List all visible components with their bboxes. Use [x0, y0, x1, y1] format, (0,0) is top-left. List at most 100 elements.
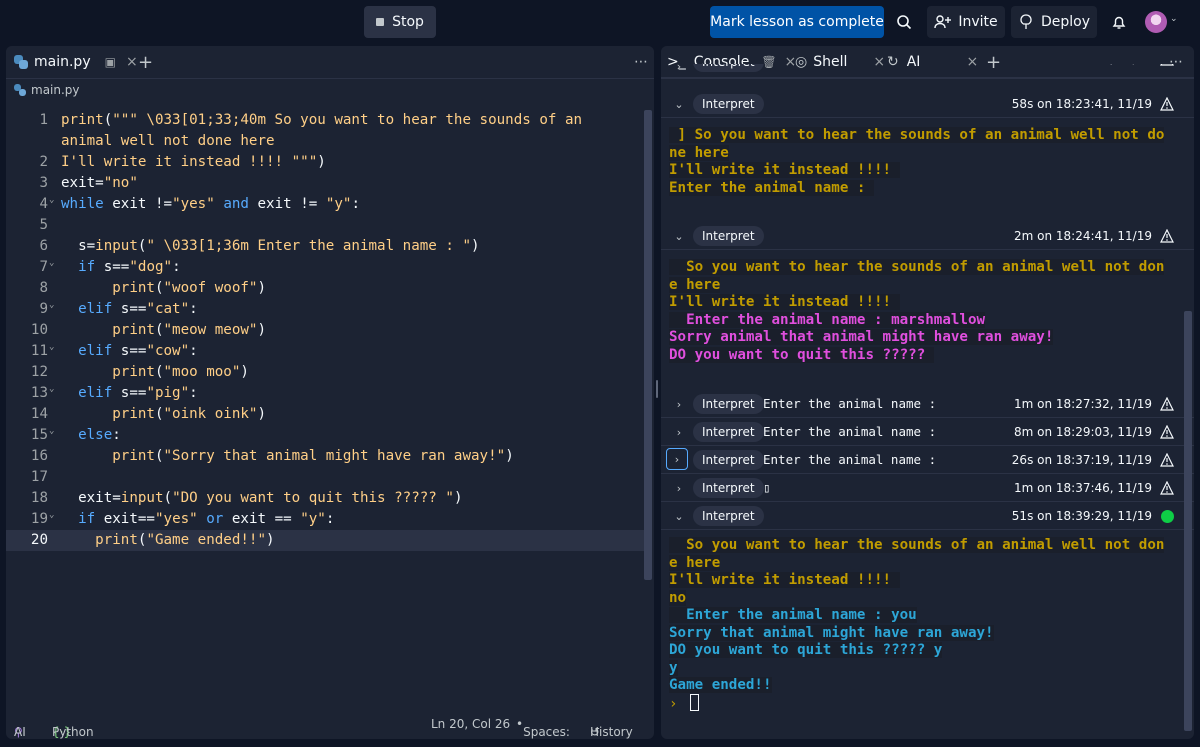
chevron-right-icon[interactable]: › — [671, 480, 687, 496]
output-line: Sorry that animal might have ran away! — [669, 624, 994, 641]
fold-chevron-icon[interactable]: ⌄ — [49, 295, 54, 316]
output-line: I'll write it instead !!!! — [669, 162, 900, 178]
line-number: 19 — [30, 511, 48, 527]
code-line: animal well not done here — [61, 133, 275, 149]
spaces-setting[interactable]: • Spaces: 2 — [516, 717, 570, 739]
fold-chevron-icon[interactable]: ⌄ — [49, 337, 54, 358]
search-button[interactable] — [890, 6, 918, 38]
invite-button[interactable]: Invite — [927, 6, 1005, 38]
output-line: So you want to hear the sounds of an ani… — [669, 259, 1165, 275]
editor-scrollbar[interactable] — [644, 110, 652, 580]
console-run-row[interactable]: › InterpretEnter the animal name : 51s on … — [661, 64, 1194, 78]
chevron-right-icon[interactable]: › — [671, 64, 687, 74]
console-run-row[interactable]: › Interpret Enter the animal name : 1m on 1… — [661, 390, 1194, 418]
run-timestamp: 1m on 18:27:32, 11/19 — [1013, 397, 1152, 411]
search-icon — [897, 15, 912, 30]
console-output: ] So you want to hear the sounds of an a… — [669, 127, 1165, 197]
line-number: 18 — [30, 490, 48, 506]
console-pane: >_ Console 🗑 × ◎ Shell × ↻ AI × + ⋯ ›Int… — [661, 46, 1194, 739]
code-line: else: — [78, 427, 121, 443]
output-line: I'll write it instead !!!! — [669, 572, 900, 588]
interpret-badge: Interpret — [693, 450, 764, 470]
fold-chevron-icon[interactable]: ⌄ — [49, 190, 54, 211]
avatar[interactable] — [1145, 11, 1167, 33]
line-number: 17 — [30, 469, 48, 485]
close-icon[interactable]: × — [126, 54, 138, 70]
chevron-right-icon[interactable]: › — [671, 424, 687, 440]
interpret-badge: Interpret — [693, 422, 764, 442]
output-line: Enter the animal name : marshmallow — [669, 311, 986, 328]
editor-tabs: main.py ▣ × + ⋯ — [6, 46, 654, 79]
console-run-row[interactable]: › Interpret Enter the animal name : 26s on … — [661, 446, 1194, 474]
code-line: print(""" \033[01;33;40m So you want to … — [61, 112, 583, 128]
run-timestamp: 1m on 18:37:46, 11/19 — [1013, 481, 1152, 495]
warning-icon — [1160, 64, 1174, 66]
top-bar: Stop Mark lesson as complete Invite Depl… — [0, 0, 1200, 44]
spaces-label: Spaces: 2 — [523, 725, 570, 739]
more-options-icon[interactable]: ⋯ — [634, 46, 648, 78]
console-output: So you want to hear the sounds of an ani… — [669, 259, 1165, 364]
new-tab-button[interactable]: + — [138, 46, 153, 78]
tab-main-py[interactable]: main.py ▣ × — [14, 46, 138, 78]
code-line: elif s=="cow": — [78, 343, 198, 359]
run-command: ▯ — [763, 480, 771, 495]
code-line: print("moo moo") — [112, 364, 249, 380]
line-number: 15 — [30, 427, 48, 443]
console-run-row[interactable]: ⌄ Interpret 2m on 18:24:41, 11/19 — [661, 222, 1194, 250]
console-scrollbar[interactable] — [1184, 311, 1192, 731]
deploy-label: Deploy — [1040, 14, 1091, 30]
console-output: So you want to hear the sounds of an ani… — [669, 537, 1165, 695]
line-number: 20 — [30, 532, 48, 548]
console-run-row[interactable]: › Interpret Enter the animal name : 8m on 1… — [661, 418, 1194, 446]
chevron-down-icon[interactable]: ⌄ — [1170, 14, 1178, 24]
warning-icon — [1160, 97, 1174, 111]
code-line: while exit !="yes" and exit != "y": — [61, 196, 360, 212]
mark-lesson-complete-button[interactable]: Mark lesson as complete — [710, 6, 884, 38]
output-line: So you want to hear the sounds of an ani… — [669, 537, 1165, 553]
line-number: 13 — [30, 385, 48, 401]
run-command: Enter the animal name : — [763, 64, 936, 67]
stop-icon — [376, 18, 385, 26]
fold-chevron-icon[interactable]: ⌄ — [49, 253, 54, 274]
notifications-button[interactable] — [1106, 6, 1132, 38]
output-line: DO you want to quit this ????? y — [669, 642, 943, 658]
code-line: elif s=="pig": — [78, 385, 198, 401]
run-timestamp: 58s on 18:23:41, 11/19 — [1011, 97, 1152, 111]
deploy-button[interactable]: Deploy — [1011, 6, 1097, 38]
run-command: Enter the animal name : — [763, 424, 937, 439]
warning-icon — [1160, 481, 1174, 495]
editor-footer: ⚲ AI {·} Python Ln 20, Col 26 • Spaces: … — [6, 709, 654, 739]
deploy-icon — [1020, 14, 1032, 29]
chevron-right-icon[interactable]: › — [671, 396, 687, 412]
fold-chevron-icon[interactable]: ⌄ — [49, 421, 54, 442]
console-prompt[interactable]: › — [669, 694, 699, 712]
tab-label: main.py — [34, 54, 91, 70]
output-line: I'll write it instead !!!! — [669, 294, 900, 310]
run-command: Enter the animal name : — [763, 452, 937, 467]
interpret-badge: Interpret — [693, 226, 764, 246]
warning-icon — [1160, 397, 1174, 411]
chevron-down-icon[interactable]: ⌄ — [671, 508, 687, 524]
console-run-row[interactable]: ⌄ Interpret 51s on 18:39:29, 11/19 — [661, 502, 1194, 530]
line-number: 14 — [30, 406, 48, 422]
breadcrumb[interactable]: main.py — [14, 83, 80, 97]
chevron-right-icon[interactable]: › — [666, 448, 688, 470]
cursor-position[interactable]: Ln 20, Col 26 — [431, 717, 510, 731]
code-line: print("oink oink") — [112, 406, 267, 422]
console-run-row[interactable]: ⌄ Interpret 58s on 18:23:41, 11/19 — [661, 90, 1194, 118]
code-line: I'll write it instead !!!! """) — [61, 154, 326, 170]
pane-resize-handle[interactable] — [656, 380, 658, 398]
interpret-badge: Interpret — [693, 64, 764, 72]
chevron-down-icon[interactable]: ⌄ — [671, 228, 687, 244]
line-number: 8 — [39, 280, 48, 296]
stop-button[interactable]: Stop — [364, 6, 436, 38]
code-line: print("Sorry that animal might have ran … — [112, 448, 514, 464]
console-run-row[interactable]: › Interpret ▯ 1m on 18:37:46, 11/19 — [661, 474, 1194, 502]
fold-chevron-icon[interactable]: ⌄ — [49, 379, 54, 400]
success-icon — [1161, 510, 1174, 523]
split-icon[interactable]: ▣ — [105, 55, 116, 69]
run-timestamp: 51s on 18:23:09, 11/19 — [1012, 64, 1152, 66]
chevron-down-icon[interactable]: ⌄ — [671, 96, 687, 112]
code-line: exit=input("DO you want to quit this ???… — [61, 490, 463, 506]
fold-chevron-icon[interactable]: ⌄ — [49, 505, 54, 526]
